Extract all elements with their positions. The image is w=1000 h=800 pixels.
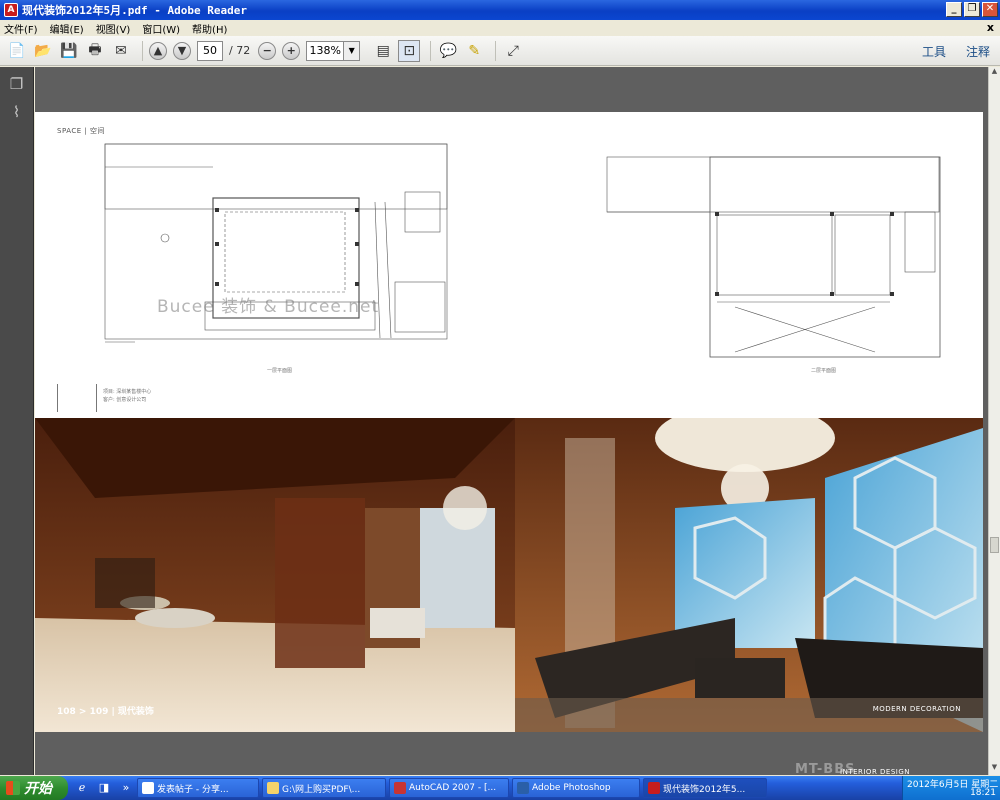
task-forum-post[interactable]: 发表帖子 - 分享... — [137, 778, 259, 798]
scroll-down-icon[interactable]: ▼ — [989, 763, 1000, 775]
ie-icon — [142, 782, 154, 794]
print-icon[interactable]: 🖶 — [84, 40, 106, 62]
menu-view[interactable]: 视图(V) — [96, 21, 131, 36]
menu-edit[interactable]: 编辑(E) — [50, 21, 84, 36]
task-label: Adobe Photoshop — [532, 783, 611, 793]
zoom-out-button[interactable]: − — [258, 41, 277, 60]
quicklaunch-more-icon[interactable]: » — [118, 780, 134, 796]
toolbar-divider — [430, 40, 432, 61]
start-label: 开始 — [24, 781, 52, 797]
menu-help[interactable]: 帮助(H) — [192, 21, 227, 36]
plan1-caption: 一层平面图 — [267, 368, 293, 374]
photo-caption: MODERN DECORATION — [872, 705, 961, 713]
plan2-caption: 二层平面图 — [811, 368, 837, 374]
title-bar[interactable]: A 现代装饰2012年5月.pdf - Adobe Reader _ ❐ ✕ — [0, 0, 1000, 20]
comment-icon[interactable]: 💬 — [437, 40, 459, 62]
next-page-button[interactable]: ▼ — [173, 41, 191, 60]
navigation-pane: ❐ ⌇ — [0, 67, 34, 775]
windows-logo-icon — [6, 781, 20, 795]
photoshop-icon — [517, 782, 529, 794]
legend-line-1: 项目: 深圳某售楼中心 — [103, 389, 152, 395]
folder-icon — [267, 782, 279, 794]
tools-link[interactable]: 工具 — [922, 43, 946, 60]
adobe-reader-icon — [648, 782, 660, 794]
restore-button[interactable]: ❐ — [964, 2, 980, 17]
vertical-scrollbar[interactable]: ▲ ▼ — [988, 67, 1000, 775]
autocad-icon — [394, 782, 406, 794]
legend-box — [57, 384, 97, 412]
window-controls: _ ❐ ✕ — [946, 2, 998, 17]
quicklaunch-ie-icon[interactable]: ℯ — [74, 780, 90, 796]
toolbar: 📄 📂 💾 🖶 ✉ ▲ ▼ 50 / 72 − + 138% ▼ ▤ ⊡ 💬 ✎… — [0, 36, 1000, 66]
task-folder[interactable]: G:\网上购买PDF\... — [262, 778, 386, 798]
expand-icon[interactable]: ⤢ — [502, 40, 524, 62]
task-photoshop[interactable]: Adobe Photoshop — [512, 778, 640, 798]
floor-plan-2-outline — [606, 156, 940, 213]
zoom-select[interactable]: 138% ▼ — [306, 40, 361, 61]
menu-bar: 文件(F) 编辑(E) 视图(V) 窗口(W) 帮助(H) x — [0, 20, 1000, 36]
zoom-in-button[interactable]: + — [282, 41, 301, 60]
save-icon[interactable]: 💾 — [58, 40, 80, 62]
pages-icon[interactable]: ❐ — [6, 73, 28, 95]
zoom-value: 138% — [309, 44, 341, 57]
page-total: / 72 — [229, 44, 251, 57]
chevron-down-icon[interactable]: ▼ — [343, 41, 360, 60]
scroll-up-icon[interactable]: ▲ — [989, 67, 1000, 79]
legend-line-2: 客户: 创意设计公司 — [103, 397, 147, 403]
legend-text: 项目: 深圳某售楼中心 客户: 创意设计公司 — [103, 388, 151, 404]
document-close-button[interactable]: x — [987, 21, 994, 34]
interior-photo-image — [35, 418, 983, 732]
open-icon[interactable]: 📂 — [32, 40, 54, 62]
page-numbers: 108 > 109 | 现代装饰 — [57, 707, 154, 717]
window-title: 现代装饰2012年5月.pdf - Adobe Reader — [22, 4, 247, 17]
mt-bbs-sub: INTERIOR DESIGN — [840, 768, 911, 776]
task-autocad[interactable]: AutoCAD 2007 - [... — [389, 778, 509, 798]
document-area[interactable]: SPACE | 空间 Bucee 装饰 & Bucee.net 一层平面图 二层… — [35, 67, 988, 775]
watermark: Bucee 装饰 & Bucee.net — [157, 297, 380, 317]
task-label: G:\网上购买PDF\... — [282, 784, 361, 795]
task-adobe-reader[interactable]: 现代装饰2012年5... — [643, 778, 767, 798]
interior-photos: 108 > 109 | 现代装饰 MODERN DECORATION — [35, 418, 983, 732]
email-icon[interactable]: ✉ — [110, 40, 132, 62]
toolbar-divider — [495, 40, 497, 61]
menu-window[interactable]: 窗口(W) — [142, 21, 180, 36]
task-label: AutoCAD 2007 - [... — [409, 783, 497, 793]
scroll-thumb[interactable] — [990, 537, 999, 553]
tray-clock[interactable]: 18:21 — [970, 788, 996, 798]
toolbar-divider — [142, 40, 143, 61]
toolbar-right: 工具 注释 — [922, 43, 990, 60]
fit-page-icon[interactable]: ⊡ — [398, 39, 421, 62]
create-pdf-icon[interactable]: 📄 — [6, 40, 28, 62]
menu-file[interactable]: 文件(F) — [4, 21, 38, 36]
floor-plans — [104, 143, 941, 358]
pdf-page: SPACE | 空间 Bucee 装饰 & Bucee.net 一层平面图 二层… — [35, 112, 983, 732]
highlight-icon[interactable]: ✎ — [463, 40, 485, 62]
minimize-button[interactable]: _ — [946, 2, 962, 17]
start-button[interactable]: 开始 — [0, 776, 68, 800]
task-label: 现代装饰2012年5... — [663, 784, 746, 795]
previous-page-button[interactable]: ▲ — [149, 41, 167, 60]
page-number-input[interactable]: 50 — [197, 40, 223, 61]
task-label: 发表帖子 - 分享... — [157, 784, 229, 795]
attachment-icon[interactable]: ⌇ — [6, 101, 28, 123]
taskbar: 开始 ℯ ◨ » 发表帖子 - 分享... G:\网上购买PDF\... Aut… — [0, 776, 1000, 800]
close-button[interactable]: ✕ — [982, 2, 998, 17]
quicklaunch-desktop-icon[interactable]: ◨ — [96, 780, 112, 796]
comment-link[interactable]: 注释 — [966, 43, 990, 60]
fit-width-icon[interactable]: ▤ — [372, 40, 394, 62]
adobe-reader-icon: A — [4, 3, 18, 17]
system-tray: 2012年6月5日 星期二 18:21 — [902, 776, 1000, 800]
